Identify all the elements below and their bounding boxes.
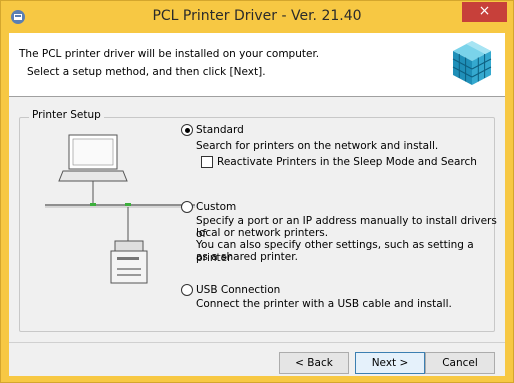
custom-label[interactable]: Custom — [196, 201, 236, 214]
standard-label[interactable]: Standard — [196, 124, 244, 137]
custom-radio[interactable] — [181, 201, 193, 213]
header-instruction: The PCL printer driver will be installed… — [19, 48, 320, 60]
back-button[interactable]: < Back — [279, 352, 349, 374]
standard-radio[interactable] — [181, 124, 193, 136]
laptop-icon — [58, 134, 128, 182]
network-illustration — [45, 134, 195, 284]
usb-radio[interactable] — [181, 284, 193, 296]
window-title: PCL Printer Driver - Ver. 21.40 — [152, 8, 362, 24]
standard-description: Search for printers on the network and i… — [196, 140, 439, 152]
cancel-button[interactable]: Cancel — [425, 352, 495, 374]
printer-driver-cube-icon — [452, 41, 492, 85]
dialog-header: The PCL printer driver will be installed… — [9, 33, 505, 97]
next-button[interactable]: Next > — [355, 352, 425, 374]
header-subinstruction: Select a setup method, and then click [N… — [27, 66, 266, 78]
footer-divider — [9, 342, 505, 343]
usb-description: Connect the printer with a USB cable and… — [196, 298, 452, 310]
reactivate-checkbox[interactable] — [201, 156, 213, 168]
printer-setup-label: Printer Setup — [29, 109, 104, 121]
custom-description-4: as a shared printer. — [196, 251, 298, 263]
custom-description-2: local or network printers. — [196, 227, 329, 239]
title-bar[interactable]: PCL Printer Driver - Ver. 21.40 × — [1, 1, 513, 33]
usb-label[interactable]: USB Connection — [196, 284, 280, 297]
close-button[interactable]: × — [462, 2, 507, 22]
reactivate-label[interactable]: Reactivate Printers in the Sleep Mode an… — [217, 156, 487, 169]
installer-window: PCL Printer Driver - Ver. 21.40 × The PC… — [0, 0, 514, 383]
printer-icon — [110, 240, 148, 284]
dialog-body: The PCL printer driver will be installed… — [9, 33, 505, 376]
